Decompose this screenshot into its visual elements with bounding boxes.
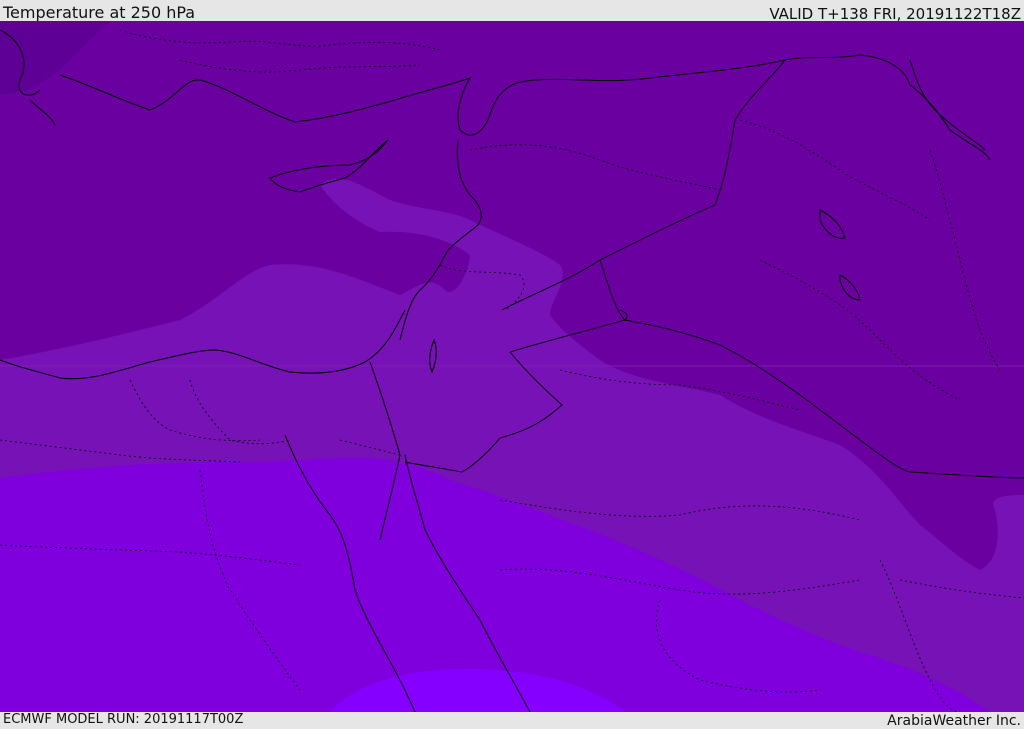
temperature-map[interactable] — [0, 21, 1024, 712]
model-run-label: ECMWF MODEL RUN: 20191117T00Z — [3, 712, 244, 727]
footer-bar: ECMWF MODEL RUN: 20191117T00Z ArabiaWeat… — [0, 712, 1024, 729]
map-title: Temperature at 250 hPa — [3, 3, 196, 22]
header-bar: Temperature at 250 hPa VALID T+138 FRI, … — [0, 0, 1024, 23]
map-canvas — [0, 21, 1024, 712]
credit-label: ArabiaWeather Inc. — [887, 713, 1021, 729]
